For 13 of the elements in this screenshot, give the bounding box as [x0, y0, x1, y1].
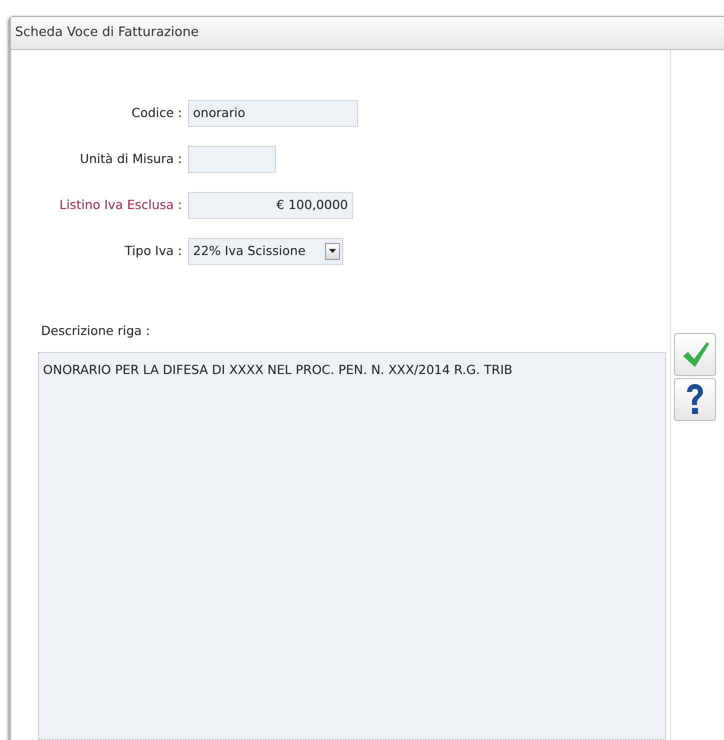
help-button[interactable]	[674, 378, 716, 420]
amount-field[interactable]: € 100,0000	[188, 192, 353, 218]
field-label: Descrizione riga :	[41, 322, 151, 340]
input-field[interactable]: onorario	[188, 100, 358, 126]
field-label: Listino Iva Esclusa :	[58, 196, 183, 214]
description-text-area[interactable]: ONORARIO PER LA DIFESA DI XXXX NEL PROC. PEN. N. XXX/2014 R.G. TRIB	[38, 352, 666, 740]
dropdown-field[interactable]: 22% Iva Scissione	[188, 238, 343, 264]
field-label: Unità di Misura :	[78, 150, 183, 168]
question-mark-icon	[685, 383, 705, 415]
input-field[interactable]	[188, 146, 276, 172]
field-label: Codice :	[130, 104, 183, 122]
field-label: Tipo Iva :	[124, 242, 183, 260]
window-title: Scheda Voce di Fatturazione	[11, 17, 724, 50]
